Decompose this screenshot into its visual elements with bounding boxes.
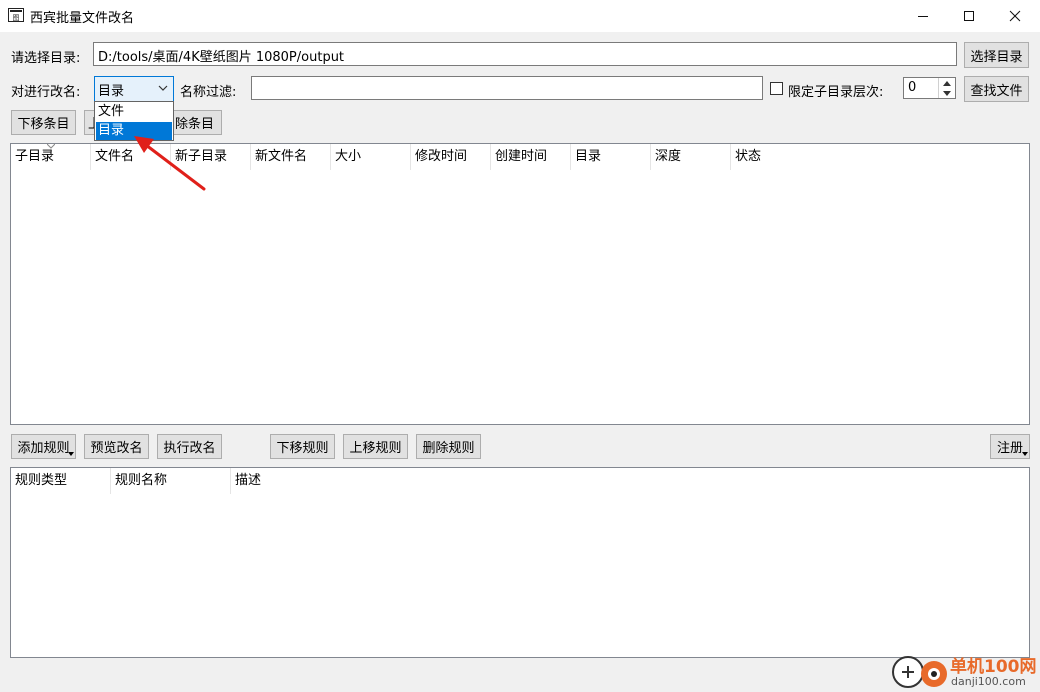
directory-value: D:/tools/桌面/4K壁纸图片 1080P/output [98, 50, 345, 65]
column-header[interactable]: 规则类型 [11, 468, 111, 494]
column-header[interactable]: 新文件名 [251, 144, 331, 170]
name-filter-input[interactable] [251, 76, 763, 100]
column-header[interactable]: 深度 [651, 144, 731, 170]
column-header[interactable]: 状态 [731, 144, 811, 170]
dropdown-indicator-icon [1022, 452, 1028, 456]
annotation-arrow-icon [134, 136, 206, 191]
svg-text:图: 图 [13, 14, 20, 22]
column-header[interactable]: 修改时间 [411, 144, 491, 170]
window-title: 西宾批量文件改名 [30, 11, 135, 26]
directory-input[interactable]: D:/tools/桌面/4K壁纸图片 1080P/output [93, 42, 957, 66]
name-filter-label: 名称过滤: [180, 85, 237, 100]
move-rule-down-button[interactable]: 下移规则 [270, 434, 335, 459]
preview-rename-button[interactable]: 预览改名 [84, 434, 149, 459]
minimize-icon [918, 16, 928, 17]
column-header[interactable]: 目录 [571, 144, 651, 170]
rename-target-label: 对进行改名: [11, 85, 81, 100]
add-rule-button[interactable]: 添加规则 [11, 434, 76, 459]
title-bar: 图 西宾批量文件改名 [0, 0, 1040, 32]
column-header[interactable]: 规则名称 [111, 468, 231, 494]
maximize-icon [964, 11, 974, 21]
add-rule-label: 添加规则 [17, 441, 70, 456]
minimize-button[interactable] [900, 0, 946, 32]
spin-up-icon [943, 80, 951, 86]
sort-indicator-icon [47, 144, 55, 149]
depth-limit-label: 限定子目录层次: [788, 85, 884, 100]
column-header[interactable]: 描述 [231, 468, 431, 494]
option-file[interactable]: 文件 [96, 103, 172, 121]
maximize-button[interactable] [946, 0, 992, 32]
rule-table[interactable]: 规则类型 规则名称 描述 [10, 467, 1030, 658]
watermark: 单机100网 danji100.com [888, 652, 1038, 692]
depth-spinbox[interactable]: 0 [903, 77, 956, 99]
spin-down-button[interactable] [939, 88, 955, 98]
close-icon [1009, 10, 1021, 22]
chevron-down-icon [158, 85, 168, 91]
rename-target-value: 目录 [98, 84, 125, 99]
depth-limit-checkbox[interactable] [770, 82, 783, 95]
find-files-button[interactable]: 查找文件 [964, 76, 1029, 102]
register-label: 注册 [996, 441, 1023, 456]
close-button[interactable] [992, 0, 1038, 32]
depth-value: 0 [908, 80, 917, 95]
move-entry-down-button[interactable]: 下移条目 [11, 110, 76, 135]
spin-down-icon [943, 90, 951, 96]
rule-table-header: 规则类型 规则名称 描述 [11, 468, 1029, 494]
column-header[interactable]: 创建时间 [491, 144, 571, 170]
app-icon: 图 [8, 8, 24, 22]
watermark-title: 单机100网 [950, 657, 1037, 677]
spin-up-button[interactable] [939, 78, 955, 88]
rename-target-select[interactable]: 目录 [94, 76, 174, 102]
move-rule-up-button[interactable]: 上移规则 [343, 434, 408, 459]
directory-label: 请选择目录: [11, 51, 81, 66]
dropdown-indicator-icon [68, 452, 74, 456]
select-directory-button[interactable]: 选择目录 [964, 42, 1029, 68]
delete-rule-button[interactable]: 删除规则 [416, 434, 481, 459]
column-header[interactable]: 大小 [331, 144, 411, 170]
watermark-logo-icon [892, 656, 947, 688]
register-button[interactable]: 注册 [990, 434, 1030, 459]
execute-rename-button[interactable]: 执行改名 [157, 434, 222, 459]
watermark-url: danji100.com [951, 675, 1026, 688]
